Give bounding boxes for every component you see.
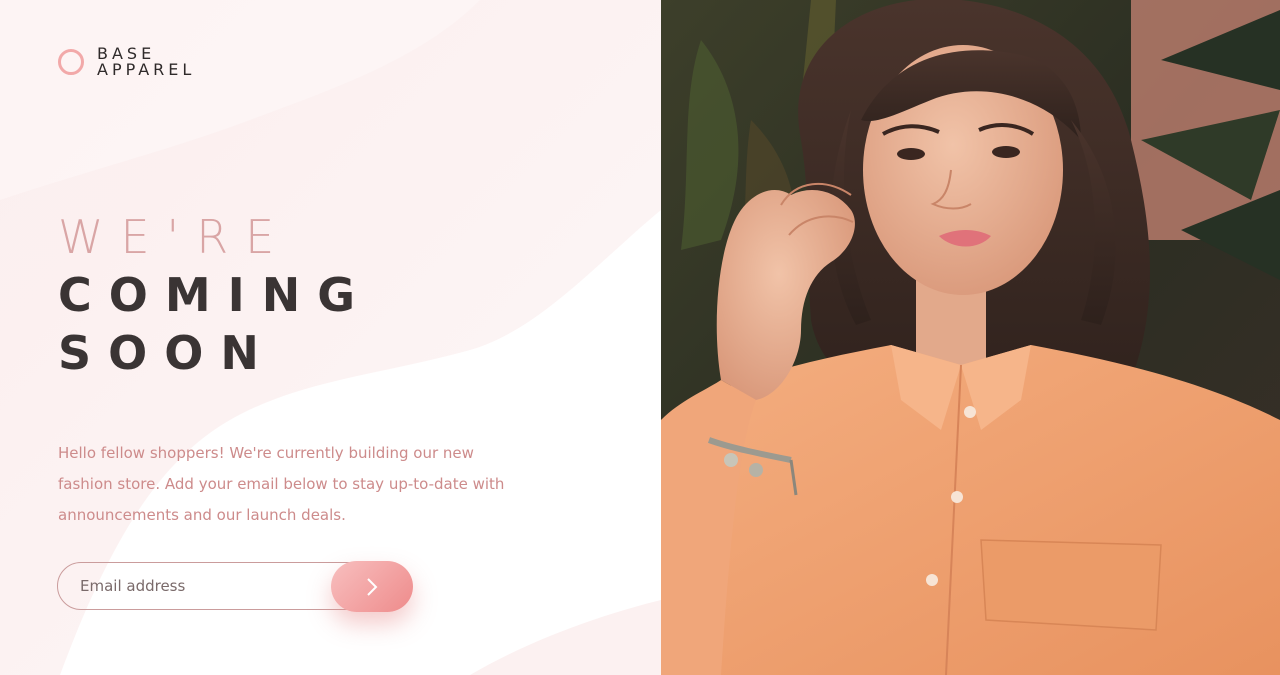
submit-button[interactable] <box>331 561 413 612</box>
coming-soon-page: BASE APPAREL WE'RE COMING SOON Hello fel… <box>0 0 1280 675</box>
chevron-right-icon <box>367 577 378 596</box>
hero-image-panel <box>661 0 1280 675</box>
page-headline: WE'RE COMING SOON <box>58 208 372 382</box>
brand-name: BASE APPAREL <box>97 46 195 78</box>
headline-line1: WE'RE <box>58 210 292 264</box>
logo-ring-icon <box>58 49 84 75</box>
hero-photo <box>661 0 1280 675</box>
headline-line3: SOON <box>58 326 276 380</box>
headline-line2: COMING <box>58 268 373 322</box>
brand-logo[interactable]: BASE APPAREL <box>58 46 195 78</box>
brand-name-line2: APPAREL <box>97 60 196 79</box>
intro-text: Hello fellow shoppers! We're currently b… <box>58 444 505 524</box>
email-signup-form <box>57 561 413 613</box>
content-panel: BASE APPAREL WE'RE COMING SOON Hello fel… <box>0 0 661 675</box>
